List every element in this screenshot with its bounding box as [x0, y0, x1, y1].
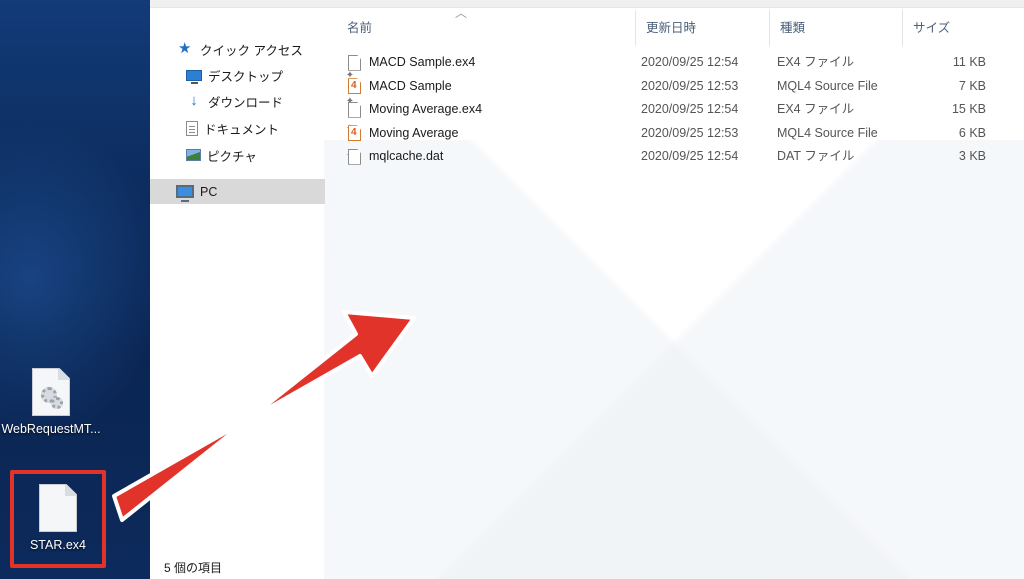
file-size: 6 KB: [958, 125, 986, 140]
settings-file-icon: [32, 368, 70, 416]
file-size: 15 KB: [951, 102, 986, 116]
file-size: 11 KB: [952, 55, 986, 69]
file-list: MACD Sample.ex4 2020/09/25 12:54 EX4 ファイ…: [325, 51, 1024, 169]
file-date: 2020/09/25 12:54: [641, 55, 739, 69]
nav-item-label: PC: [200, 184, 218, 199]
file-row-mqlcache-dat[interactable]: mqlcache.dat 2020/09/25 12:54 DAT ファイル 3…: [325, 145, 1024, 169]
file-name: Moving Average: [369, 125, 459, 140]
file-type: MQL4 Source File: [777, 125, 878, 140]
nav-item-label: ダウンロード: [208, 95, 284, 110]
file-list-header: ︿ 名前 更新日時 種類 サイズ: [325, 6, 1024, 46]
nav-item-label: ドキュメント: [204, 122, 280, 137]
file-row-macd-sample-ex4[interactable]: MACD Sample.ex4 2020/09/25 12:54 EX4 ファイ…: [325, 51, 1024, 75]
column-header-date-modified[interactable]: 更新日時: [635, 10, 769, 46]
file-date: 2020/09/25 12:53: [641, 78, 739, 93]
nav-item-label: クイック アクセス: [200, 43, 303, 58]
address-bar-strip: [150, 0, 1024, 8]
file-type: DAT ファイル: [777, 149, 855, 163]
star-icon: ★: [178, 40, 192, 57]
file-type: EX4 ファイル: [777, 55, 855, 69]
file-type: MQL4 Source File: [777, 78, 878, 93]
file-name: mqlcache.dat: [369, 149, 444, 163]
file-explorer-window: ★ クイック アクセス デスクトップ ✦ ↓ ダウンロード ✦ ドキュメント ✦…: [150, 0, 1024, 579]
file-name: Moving Average.ex4: [369, 102, 483, 116]
generic-file-icon: [348, 148, 361, 165]
mql4-file-icon: [348, 78, 361, 95]
nav-item-pictures[interactable]: ピクチャ ✦: [186, 144, 354, 166]
desktop-background: WebRequestMT... STAR.ex4: [0, 0, 150, 579]
file-date: 2020/09/25 12:54: [641, 149, 739, 163]
generic-file-icon: [348, 101, 361, 118]
file-type: EX4 ファイル: [777, 102, 855, 116]
nav-item-quick-access[interactable]: ★ クイック アクセス: [178, 38, 303, 60]
annotation-highlight-box: [10, 470, 106, 568]
document-icon: [186, 120, 198, 136]
file-row-moving-average[interactable]: Moving Average 2020/09/25 12:53 MQL4 Sou…: [325, 122, 1024, 146]
picture-icon: [186, 149, 201, 161]
status-bar-item-count: 5 個の項目: [164, 561, 223, 575]
download-arrow-icon: ↓: [190, 92, 198, 109]
generic-file-icon: [348, 54, 361, 71]
nav-item-pc[interactable]: PC: [150, 179, 325, 204]
column-header-size[interactable]: サイズ: [902, 10, 992, 46]
file-date: 2020/09/25 12:54: [641, 102, 739, 116]
file-row-moving-average-ex4[interactable]: Moving Average.ex4 2020/09/25 12:54 EX4 …: [325, 98, 1024, 122]
file-size: 7 KB: [958, 78, 986, 93]
file-row-macd-sample[interactable]: MACD Sample 2020/09/25 12:53 MQL4 Source…: [325, 75, 1024, 99]
column-header-name[interactable]: 名前: [337, 10, 635, 46]
file-name: MACD Sample: [369, 78, 452, 93]
nav-item-documents[interactable]: ドキュメント ✦: [186, 117, 354, 139]
mql4-file-icon: [348, 125, 361, 142]
nav-item-downloads[interactable]: ↓ ダウンロード ✦: [186, 90, 354, 112]
file-date: 2020/09/25 12:53: [641, 125, 739, 140]
column-header-type[interactable]: 種類: [769, 10, 902, 46]
desktop-icon: [186, 69, 202, 84]
file-name: MACD Sample.ex4: [369, 55, 476, 69]
nav-item-label: デスクトップ: [208, 69, 284, 84]
desktop-icon-webrequest[interactable]: WebRequestMT...: [0, 368, 106, 436]
desktop-icon-label: WebRequestMT...: [1, 422, 101, 436]
nav-item-label: ピクチャ: [207, 149, 257, 164]
navigation-pane: ★ クイック アクセス デスクトップ ✦ ↓ ダウンロード ✦ ドキュメント ✦…: [150, 8, 354, 558]
computer-icon: [176, 185, 194, 202]
background-watermark: [324, 140, 1024, 579]
nav-item-desktop[interactable]: デスクトップ ✦: [186, 64, 354, 86]
file-size: 3 KB: [958, 149, 986, 163]
